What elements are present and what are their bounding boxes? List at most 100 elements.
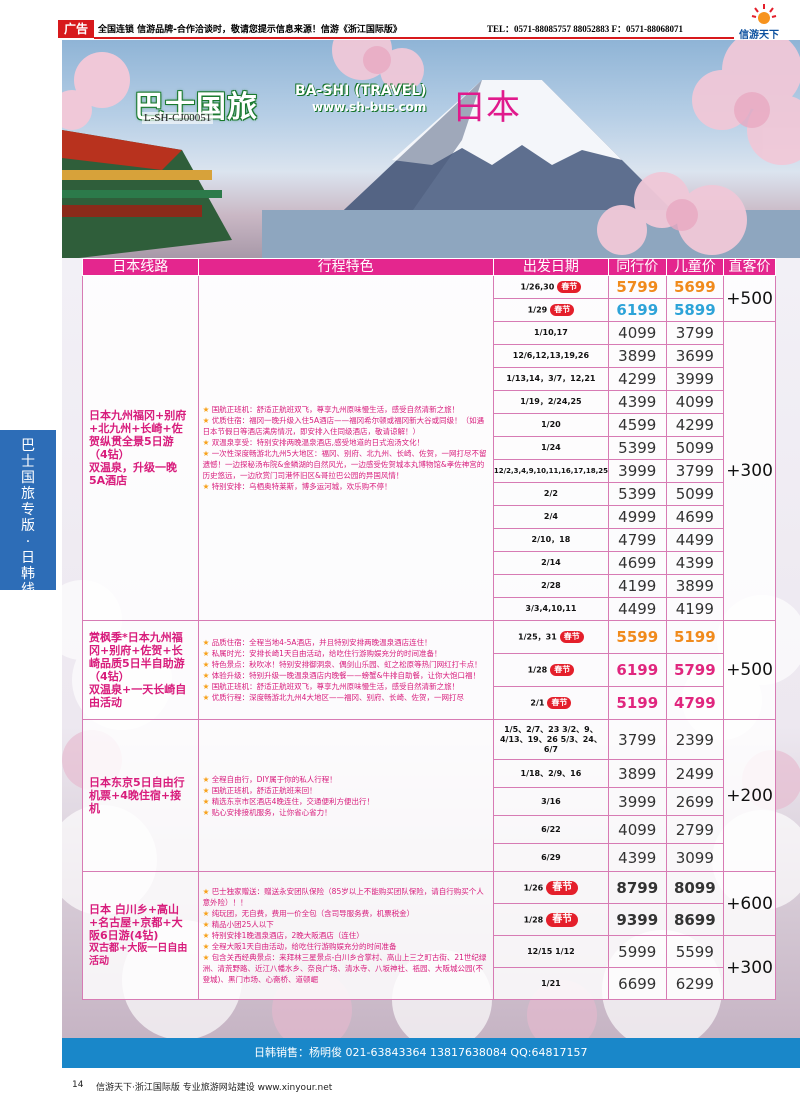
side-tab-char: 国 <box>21 470 35 486</box>
feature-item: ★ 优质住宿：福冈一晚升级入住5A酒店——福冈希尔顿或福冈新大谷或同级！（如遇日… <box>202 416 485 436</box>
route-title: 赏枫季*日本九州福冈+别府+佐贺+长崎品质5日半自助游（4钻） <box>89 631 185 683</box>
feature-item: ★ 国航正班机：舒适正航班双飞，尊享九州原味慢生活，感受自然清新之旅！ <box>202 682 460 691</box>
route-subtitle: 双温泉，升级一晚5A酒店 <box>89 461 177 487</box>
departure-date: 1/13,14，3/7，12,21 <box>492 367 610 391</box>
peer-price: 3899 <box>608 344 667 368</box>
feature-item: ★ 特别安排1晚温泉酒店，2晚大阪酒店（连住） <box>202 931 364 940</box>
child-price: 2399 <box>665 719 725 760</box>
festival-badge: 春节 <box>546 912 579 927</box>
header-features: 行程特色 <box>197 258 494 276</box>
peer-price: 4399 <box>608 390 667 414</box>
feature-item: ★ 国航正班机，舒适正航班来回！ <box>202 785 317 795</box>
child-price: 5599 <box>665 935 725 968</box>
corner-logo: 信游天下 <box>735 0 795 41</box>
child-price: 2799 <box>665 815 725 844</box>
peer-price: 6199 <box>608 653 667 687</box>
feature-item: ★ 纯玩团，无自费，费用一价全包（含司导服务费，机票税金） <box>202 909 415 918</box>
departure-date: 1/26,30 春节 <box>492 275 610 299</box>
child-price: 3799 <box>665 321 725 345</box>
retail-price: +600 <box>723 871 776 936</box>
peer-price: 5799 <box>608 275 667 299</box>
route-features: ★ 全程自由行，DIY属于你的私人行程！ ★ 国航正班机，舒适正航班来回！ ★ … <box>197 719 494 872</box>
child-price: 5699 <box>665 275 725 299</box>
peer-price: 4099 <box>608 815 667 844</box>
departure-date: 1/5、2/7、23 3/2、9、4/13、19、26 5/3、24、6/7 <box>492 719 610 760</box>
festival-badge: 春节 <box>550 664 575 676</box>
child-price: 4499 <box>665 528 725 552</box>
side-tab-char: 士 <box>21 454 35 470</box>
peer-price: 4199 <box>608 574 667 598</box>
header-dates: 出发日期 <box>492 258 610 276</box>
footer-text: 信游天下·浙江国际版 专业旅游网站建设 www.xinyour.net <box>96 1083 333 1093</box>
child-price: 5099 <box>665 436 725 460</box>
departure-date: 6/22 <box>492 815 610 844</box>
sales-contact-bar: 日韩销售：杨明俊 021-63843364 13817638084 QQ:648… <box>62 1038 800 1068</box>
peer-price: 4399 <box>608 843 667 872</box>
side-tab-char: 版 <box>21 518 35 534</box>
hero-banner: 巴士国旅 BA-SHI (TRAVEL) www.sh-bus.com L-SH… <box>62 40 800 260</box>
page-footer: 14 信游天下·浙江国际版 专业旅游网站建设 www.xinyour.net <box>0 1080 800 1093</box>
departure-date: 1/18、2/9、16 <box>492 759 610 788</box>
brand-url: www.sh-bus.com <box>312 100 427 114</box>
peer-price: 3999 <box>608 787 667 816</box>
child-price: 6299 <box>665 967 725 1000</box>
header-peer-price: 同行价 <box>608 258 667 276</box>
peer-price: 4499 <box>608 597 667 621</box>
child-price: 8099 <box>665 871 725 904</box>
route-subtitle: 双温泉+一天长崎自由活动 <box>89 683 187 709</box>
child-price: 3799 <box>665 459 725 483</box>
route-name: 日本九州福冈+别府+北九州+长崎+佐贺纵贯全景5日游（4钻） 双温泉，升级一晚5… <box>82 275 199 621</box>
peer-price: 4299 <box>608 367 667 391</box>
departure-date: 12/15 1/12 <box>492 935 610 968</box>
departure-date: 1/28 春节 <box>492 903 610 936</box>
side-tab-char: 专 <box>21 502 35 518</box>
child-price: 3999 <box>665 367 725 391</box>
departure-date: 1/25，31 春节 <box>492 620 610 654</box>
child-price: 5799 <box>665 653 725 687</box>
table-row: 赏枫季*日本九州福冈+别府+佐贺+长崎品质5日半自助游（4钻） 双温泉+一天长崎… <box>82 620 776 720</box>
child-price: 4699 <box>665 505 725 529</box>
retail-price: +200 <box>723 719 776 872</box>
feature-item: ★ 品质住宿：全程当地4-5A酒店，并且特别安排两晚温泉酒店连住！ <box>202 638 432 647</box>
route-features: ★ 巴士独家赠送：赠送永安团队保险（85岁以上不能购买团队保险，请自行购买个人意… <box>197 871 494 1000</box>
feature-item: ★ 优质行程：深度畅游北九州4大地区——福冈、别府、长崎、佐贺，一网打尽 <box>202 693 464 702</box>
ad-label: 广告 <box>58 20 94 38</box>
route-subtitle: 双古都+大阪一日自由活动 <box>89 943 188 967</box>
table-header-row: 日本线路 行程特色 出发日期 同行价 儿童价 直客价 <box>82 258 776 276</box>
departure-date: 12/2,3,4,9,10,11,16,17,18,25 <box>492 459 610 483</box>
side-tab-char: 巴 <box>21 438 35 454</box>
child-price: 2699 <box>665 787 725 816</box>
peer-price: 5999 <box>608 935 667 968</box>
peer-price: 5199 <box>608 686 667 720</box>
departure-date: 2/2 <box>492 482 610 506</box>
corner-logo-text: 信游天下 <box>739 30 779 41</box>
page: 广告 全国连锁 信游品牌-合作洽谈时，敬请您提示信息来源！信游《浙江国际版》 T… <box>0 0 800 1093</box>
departure-date: 1/24 <box>492 436 610 460</box>
feature-item: ★ 国航正班机：舒适正航班双飞，尊享九州原味慢生活，感受自然清新之旅！ <box>202 405 460 414</box>
retail-price: +500 <box>723 275 776 322</box>
retail-price: +500 <box>723 620 776 720</box>
brand-english: BA-SHI (TRAVEL) <box>295 83 427 99</box>
top-contact: TEL：0571-88085757 88052883 F：0571-880680… <box>487 24 684 34</box>
route-name: 日本东京5日自由行机票+4晚住宿+接机 <box>82 719 199 872</box>
peer-price: 3799 <box>608 719 667 760</box>
page-number: 14 <box>72 1080 84 1090</box>
peer-price: 4599 <box>608 413 667 437</box>
departure-date: 1/28 春节 <box>492 653 610 687</box>
side-tab-char: 日 <box>21 550 35 566</box>
header-route: 日本线路 <box>82 258 199 276</box>
child-price: 4299 <box>665 413 725 437</box>
route-title: 日本 白川乡+高山+名古屋+京都+大阪6日游(4钻) <box>89 903 183 942</box>
sun-logo-icon <box>751 4 777 24</box>
top-divider <box>94 37 734 39</box>
departure-date: 1/26 春节 <box>492 871 610 904</box>
feature-item: ★ 全程自由行，DIY属于你的私人行程！ <box>202 774 337 784</box>
peer-price: 3899 <box>608 759 667 788</box>
feature-item: ★ 私属时光：安排长崎1天自由活动，给吃住行游购娱充分的时间准备！ <box>202 649 442 658</box>
child-price: 4099 <box>665 390 725 414</box>
peer-price: 4999 <box>608 505 667 529</box>
departure-date: 2/4 <box>492 505 610 529</box>
mount-fuji-illustration <box>62 40 800 260</box>
departure-date: 2/1 春节 <box>492 686 610 720</box>
side-tab-char: 韩 <box>21 566 35 582</box>
